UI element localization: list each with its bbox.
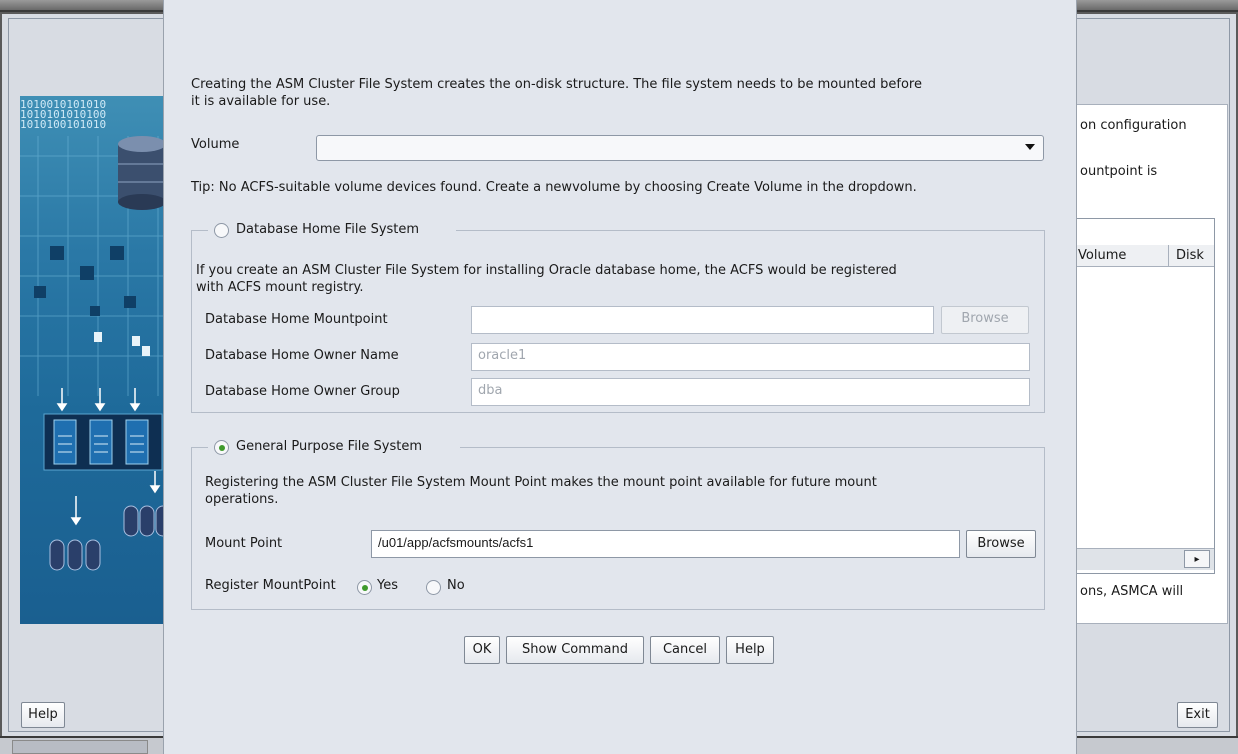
database-home-title[interactable]: Database Home File System [236,222,419,237]
register-yes-label[interactable]: Yes [377,578,398,593]
db-home-owner-group-label: Database Home Owner Group [205,384,400,399]
ok-button[interactable]: OK [464,636,500,664]
volume-label: Volume [191,137,240,152]
exit-button[interactable]: Exit [1177,702,1218,728]
general-purpose-legend: General Purpose File System [208,437,460,457]
volume-dropdown[interactable] [316,135,1044,161]
background-text-asmca: ons, ASMCA will [1080,584,1184,599]
register-no-radio[interactable] [426,580,441,595]
general-purpose-title[interactable]: General Purpose File System [236,439,422,454]
database-home-legend: Database Home File System [208,221,456,241]
background-text-configuration: on configuration [1080,118,1187,133]
column-header-disk[interactable]: Disk [1176,248,1204,263]
general-purpose-desc-2: operations. [205,492,279,507]
background-help-button[interactable]: Help [21,702,65,728]
column-divider [1168,245,1169,267]
db-home-mountpoint-label: Database Home Mountpoint [205,312,388,327]
intro-line-2: it is available for use. [191,94,331,109]
background-titlebar [0,0,165,12]
db-home-mountpoint-field[interactable] [471,306,934,334]
db-home-owner-group-field[interactable]: dba [471,378,1030,406]
show-command-button[interactable]: Show Command [506,636,644,664]
intro-line-1: Creating the ASM Cluster File System cre… [191,77,922,92]
register-yes-radio[interactable] [357,580,372,595]
database-home-desc-1: If you create an ASM Cluster File System… [196,263,897,278]
register-mountpoint-label: Register MountPoint [205,578,336,593]
background-volume-table [1075,218,1215,574]
taskbar-tab[interactable] [12,740,148,754]
database-home-desc-2: with ACFS mount registry. [196,280,364,295]
scroll-right-arrow-icon[interactable]: ▸ [1184,550,1210,568]
asmca-side-graphic: 1010010101010 1010101010100 101010010101… [20,96,166,624]
general-purpose-radio[interactable] [214,440,229,455]
general-purpose-desc-1: Registering the ASM Cluster File System … [205,475,877,490]
db-home-browse-button[interactable]: Browse [941,306,1029,334]
cancel-button[interactable]: Cancel [650,636,720,664]
background-text-mountpoint: ountpoint is [1080,164,1158,179]
background-titlebar-right [1075,0,1238,12]
mount-point-label: Mount Point [205,536,283,551]
help-button[interactable]: Help [726,636,774,664]
db-home-owner-name-label: Database Home Owner Name [205,348,399,363]
column-header-volume[interactable]: Volume [1078,248,1126,263]
register-no-label[interactable]: No [447,578,465,593]
storage-illustration-icon [20,136,166,571]
mount-point-field[interactable]: /u01/app/acfsmounts/acfs1 [371,530,960,558]
chevron-down-icon[interactable] [1025,144,1035,150]
tip-text: Tip: No ACFS-suitable volume devices fou… [191,180,917,195]
mount-point-browse-button[interactable]: Browse [966,530,1036,558]
db-home-owner-name-field[interactable]: oracle1 [471,343,1030,371]
database-home-radio[interactable] [214,223,229,238]
